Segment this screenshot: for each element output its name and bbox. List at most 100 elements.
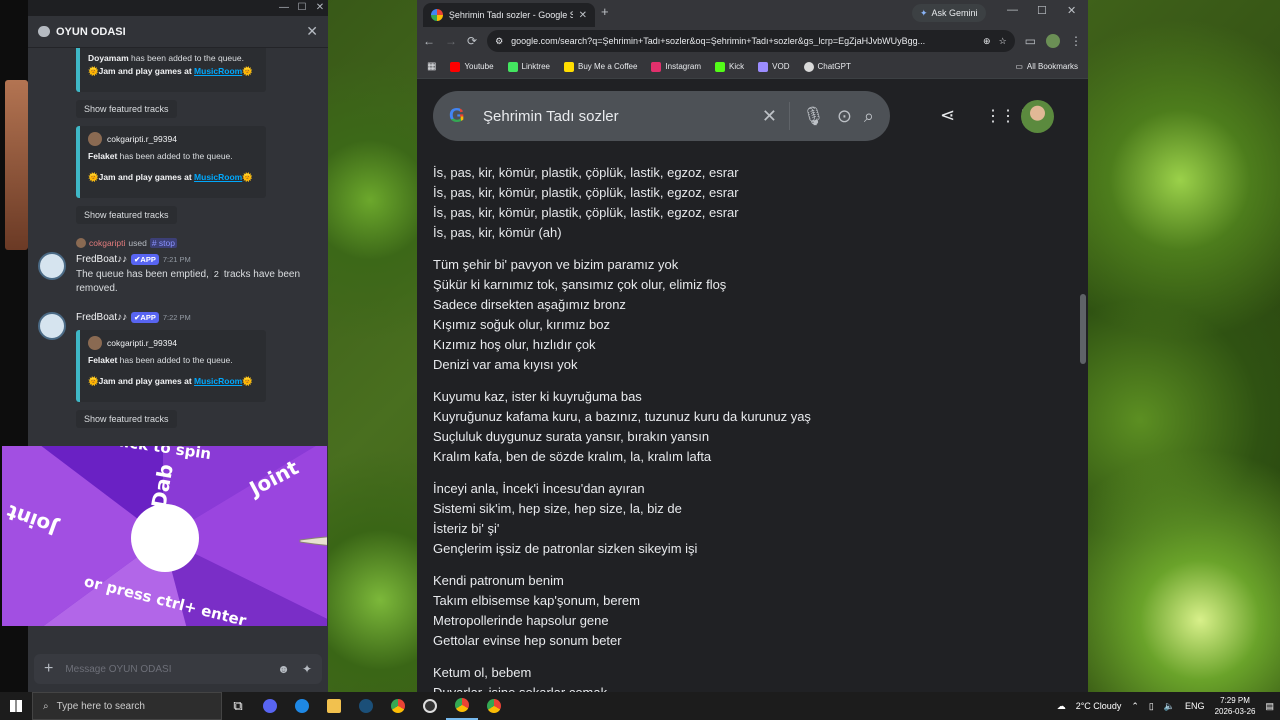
obs-icon[interactable] — [414, 692, 446, 720]
tab-search-results[interactable]: Şehrimin Tadı sozler - Google S ✕ — [423, 3, 595, 27]
musicroom-link[interactable]: MusicRoom — [194, 172, 242, 182]
language-indicator[interactable]: ENG — [1185, 701, 1205, 711]
show-featured-button[interactable]: Show featured tracks — [76, 410, 177, 428]
file-explorer-icon[interactable] — [318, 692, 350, 720]
system-tray: ☁ 2°C Cloudy ⌃ ▯ 🔈 ENG 7:29 PM 2026-03-26… — [1057, 695, 1280, 717]
chrome-icon[interactable] — [382, 692, 414, 720]
new-tab-icon[interactable]: + — [601, 4, 609, 19]
musicroom-link[interactable]: MusicRoom — [194, 376, 242, 386]
lens-icon[interactable]: ⊙ — [837, 106, 852, 127]
close-tab-icon[interactable]: ✕ — [579, 10, 587, 21]
show-featured-button[interactable]: Show featured tracks — [76, 100, 177, 118]
bot-avatar[interactable] — [38, 252, 66, 280]
cast-icon[interactable]: ▭ — [1025, 34, 1036, 48]
share-icon[interactable]: ⋖ — [940, 105, 955, 126]
back-icon[interactable]: ← — [423, 34, 435, 48]
lyrics-line: Sadece dirsekten aşağımız bronz — [433, 297, 626, 312]
chrome-icon[interactable] — [478, 692, 510, 720]
maximize-icon[interactable]: ☐ — [294, 0, 310, 16]
emoji-icon[interactable]: ☻ — [277, 662, 290, 676]
lyrics-line: Gençlerim işsiz de patronlar sizken sike… — [433, 541, 698, 556]
task-view-icon[interactable]: ⧉ — [222, 692, 254, 720]
ask-gemini-button[interactable]: ✦ Ask Gemini — [912, 4, 986, 22]
lyrics-line: İs, pas, kir, kömür, plastik, çöplük, la… — [433, 165, 739, 180]
address-bar[interactable]: ⚙ google.com/search?q=Şehrimin+Tadı+sozl… — [487, 30, 1015, 52]
apps-grid-icon[interactable]: ▦ — [427, 61, 436, 72]
avatar[interactable] — [1021, 100, 1054, 133]
app-taskbar-icon[interactable] — [286, 692, 318, 720]
zoom-icon[interactable]: ⊕ — [983, 36, 991, 47]
taskbar-search-placeholder: Type here to search — [56, 700, 145, 712]
lyrics-stanza: İnceyi anla, İncek'i İncesu'dan ayıran Si… — [433, 479, 811, 559]
forward-icon[interactable]: → — [445, 34, 457, 48]
close-window-icon[interactable]: ✕ — [1067, 4, 1076, 17]
queue-embed: Doyamam has been added to the queue. 🌞Ja… — [76, 48, 266, 92]
site-info-icon[interactable]: ⚙ — [495, 36, 503, 47]
menu-icon[interactable]: ⋮ — [1070, 34, 1082, 48]
start-button[interactable] — [0, 692, 32, 720]
tab-title: Şehrimin Tadı sozler - Google S — [448, 10, 573, 20]
maximize-icon[interactable]: ☐ — [1037, 4, 1047, 17]
bookmark-vod[interactable]: VOD — [758, 61, 790, 72]
taskbar: ⌕ Type here to search ⧉ ☁ 2°C Cloudy ⌃ ▯… — [0, 692, 1280, 720]
folder-icon: ▭ — [1015, 62, 1023, 71]
bot-avatar[interactable] — [38, 312, 66, 340]
message-list[interactable]: Doyamam has been added to the queue. 🌞Ja… — [28, 48, 328, 458]
lyrics-line: İs, pas, kir, kömür, plastik, çöplük, la… — [433, 205, 739, 220]
lyrics-line: Duyarlar, işine sokarlar çomak — [433, 683, 811, 692]
taskbar-search[interactable]: ⌕ Type here to search — [32, 692, 222, 720]
lyrics-line: Kuyruğunuz kafama kuru, a bazınız, tuzun… — [433, 409, 811, 424]
notification-icon[interactable]: ▤ — [1265, 701, 1274, 712]
show-featured-button[interactable]: Show featured tracks — [76, 206, 177, 224]
sparkle-icon: ✦ — [920, 7, 928, 18]
bookmark-instagram[interactable]: Instagram — [651, 61, 701, 72]
bookmark-buymeacoffee[interactable]: Buy Me a Coffee — [564, 61, 637, 72]
scrollbar-thumb[interactable] — [1080, 294, 1086, 364]
composer-placeholder[interactable]: Message OYUN ODASI — [65, 664, 171, 675]
all-bookmarks-button[interactable]: ▭ All Bookmarks — [1015, 62, 1078, 71]
chevron-up-icon[interactable]: ⌃ — [1131, 701, 1139, 712]
bookmark-chatgpt[interactable]: ChatGPT — [803, 61, 851, 72]
minimize-icon[interactable]: — — [1007, 4, 1018, 16]
microphone-icon[interactable]: 🎙 — [802, 106, 825, 127]
url-text[interactable]: google.com/search?q=Şehrimin+Tadı+sozler… — [511, 36, 975, 46]
minimize-icon[interactable]: — — [276, 0, 292, 16]
message-composer[interactable]: + Message OYUN ODASI ☻ ✦ — [34, 654, 322, 684]
clock[interactable]: 7:29 PM 2026-03-26 — [1215, 695, 1256, 717]
tab-strip: Şehrimin Tadı sozler - Google S ✕ + ✦ As… — [417, 0, 1088, 27]
queue-embed: cokgaripti.r_99394 Felaket has been adde… — [76, 330, 266, 402]
divider — [788, 102, 790, 130]
scrollbar[interactable] — [1078, 79, 1088, 692]
avatar — [88, 132, 102, 146]
bookmark-linktree[interactable]: Linktree — [507, 61, 550, 72]
search-results-page[interactable]: G Şehrimin Tadı sozler ✕ 🎙 ⊙ ⌕ ⋖ ⋮⋮⋮ İs,… — [417, 79, 1088, 692]
reload-icon[interactable]: ⟳ — [467, 34, 477, 48]
search-query[interactable]: Şehrimin Tadı sozler — [483, 108, 750, 125]
apps-icon[interactable]: ✦ — [302, 662, 312, 676]
search-box[interactable]: G Şehrimin Tadı sozler ✕ 🎙 ⊙ ⌕ — [433, 91, 890, 141]
steam-icon[interactable] — [350, 692, 382, 720]
spin-wheel[interactable]: Dab Joint Joint Click to spin or press c… — [2, 446, 327, 626]
chrome-icon[interactable] — [446, 692, 478, 720]
command-reply-line: cokgaripti used # stop — [76, 238, 177, 248]
clear-icon[interactable]: ✕ — [762, 106, 777, 127]
lyrics-stanza: Kendi patronum benim Takım elbisemse kap'… — [433, 571, 811, 651]
lyrics-line: Takım elbisemse kap'şonum, berem — [433, 593, 640, 608]
queue-embed: cokgaripti.r_99394 Felaket has been adde… — [76, 126, 266, 198]
search-icon[interactable]: ⌕ — [864, 106, 874, 127]
discord-taskbar-icon[interactable] — [254, 692, 286, 720]
weather-icon[interactable]: ☁ — [1057, 701, 1066, 712]
bookmark-kick[interactable]: Kick — [715, 61, 744, 72]
lyrics-line: İnceyi anla, İncek'i İncesu'dan ayıran — [433, 481, 645, 496]
bookmark-youtube[interactable]: Youtube — [450, 61, 494, 72]
close-icon[interactable]: ✕ — [306, 23, 318, 40]
musicroom-link[interactable]: MusicRoom — [194, 66, 242, 76]
close-window-icon[interactable]: ✕ — [312, 0, 328, 16]
plus-icon[interactable]: + — [44, 660, 53, 678]
weather-text[interactable]: 2°C Cloudy — [1076, 701, 1122, 711]
profile-icon[interactable] — [1046, 34, 1060, 48]
lyrics-line: Kışımız soğuk olur, kırımız boz — [433, 317, 610, 332]
network-icon[interactable]: ▯ — [1149, 701, 1154, 712]
bookmark-star-icon[interactable]: ☆ — [999, 36, 1007, 47]
volume-icon[interactable]: 🔈 — [1164, 701, 1175, 712]
